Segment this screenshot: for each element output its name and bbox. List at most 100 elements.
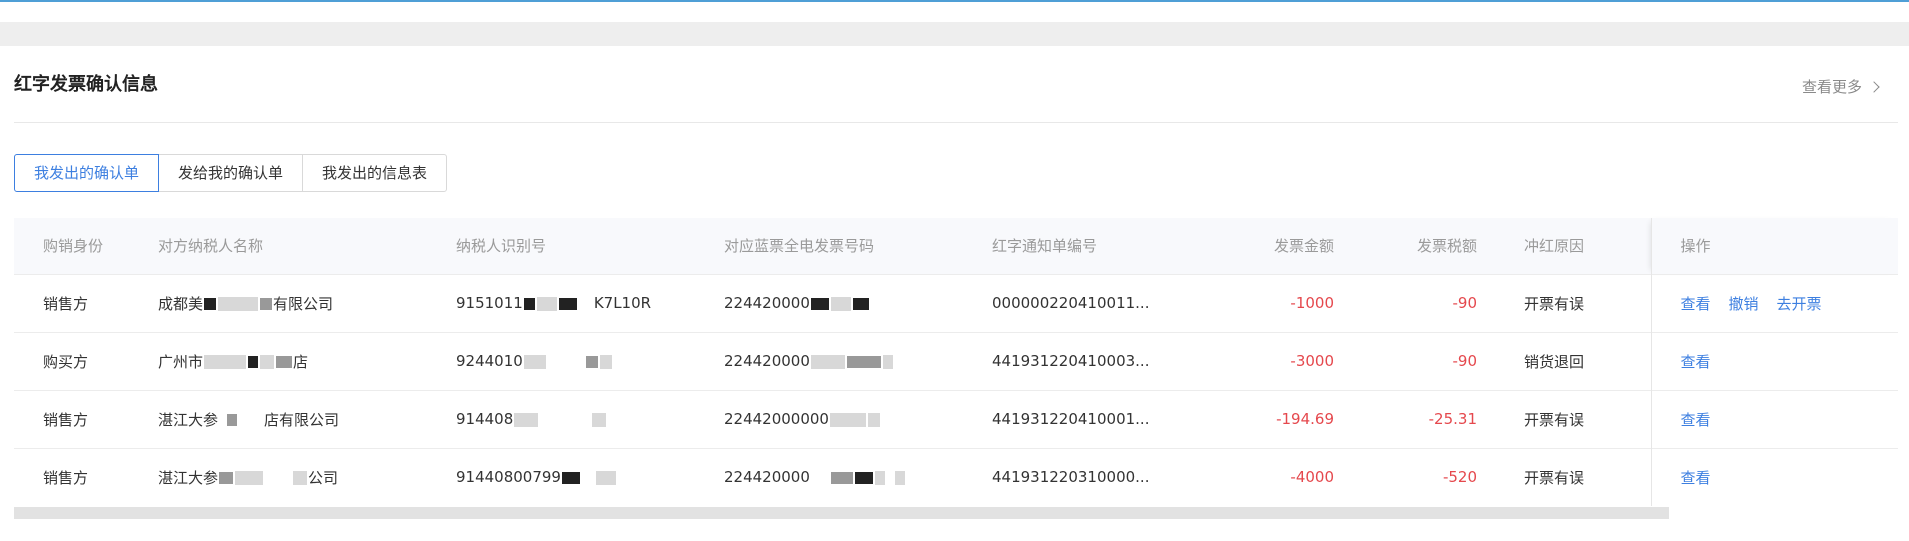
redaction-block <box>514 412 539 427</box>
redaction-block <box>874 470 885 485</box>
cell-role: 销售方 <box>14 273 158 332</box>
cell-tax-id: 914408 <box>456 389 724 448</box>
tax-id-prefix: 9151011 <box>456 294 523 312</box>
counterparty-prefix: 湛江大参 <box>158 468 219 487</box>
redaction-block <box>276 356 293 368</box>
cell-role: 销售方 <box>14 447 158 506</box>
header-tax-id: 纳税人识别号 <box>456 237 547 256</box>
chevron-right-icon <box>1868 80 1880 93</box>
counterparty-suffix: 公司 <box>308 468 339 487</box>
view-link[interactable]: 查看 <box>1681 411 1711 429</box>
header-ops: 操作 <box>1650 218 1898 274</box>
cell-role: 销售方 <box>14 389 158 448</box>
redaction-block <box>592 412 607 427</box>
cell-blue-invoice: 224420000 <box>724 273 992 332</box>
view-link[interactable]: 查看 <box>1681 295 1711 313</box>
header-red-notice: 红字通知单编号 <box>992 237 1098 256</box>
header-amount: 发票金额 <box>1273 237 1334 256</box>
cell-ops: 查看 撤销 去开票 <box>1650 273 1898 332</box>
cell-red-notice: 000000220410011... <box>992 273 1234 332</box>
cell-red-notice: 441931220410001... <box>992 389 1234 448</box>
confirmation-table: 购销身份 对方纳税人名称 纳税人识别号 对应蓝票全电发票号码 红字通知单编号 发… <box>14 218 1898 520</box>
counterparty-suffix: 店 <box>293 352 309 371</box>
table-row: 购买方 广州市 店 9244010 224420000 4419312204100… <box>14 331 1898 390</box>
redaction-block <box>810 297 829 310</box>
cell-red-notice: 441931220410003... <box>992 331 1234 390</box>
tab-confirmations-sent-to-me[interactable]: 发给我的确认单 <box>158 154 304 192</box>
redaction-block <box>561 471 580 484</box>
blue-invoice-prefix: 224420000 <box>724 352 810 370</box>
redaction-block <box>867 412 880 427</box>
redaction-block <box>248 356 259 368</box>
cell-ops: 查看 <box>1650 389 1898 448</box>
cell-counterparty: 成都美 有限公司 <box>158 273 456 332</box>
table-header-row: 购销身份 对方纳税人名称 纳税人识别号 对应蓝票全电发票号码 红字通知单编号 发… <box>14 218 1898 274</box>
cell-role: 购买方 <box>14 331 158 390</box>
tax-id-prefix: 91440800799 <box>456 468 561 487</box>
redaction-block <box>260 355 275 369</box>
redaction-block <box>293 471 308 486</box>
cell-counterparty: 湛江大参 公司 <box>158 447 456 506</box>
cell-tax: -90 <box>1356 331 1499 390</box>
cell-tax-id: 9151011 K7L10R <box>456 273 724 332</box>
tax-id-suffix: K7L10R <box>593 294 652 312</box>
redaction-block <box>830 471 853 484</box>
view-more-label: 查看更多 <box>1801 78 1862 96</box>
cell-tax: -25.31 <box>1356 389 1499 448</box>
table-row: 销售方 湛江大参 店有限公司 914408 22442000000 4419312… <box>14 389 1898 448</box>
redaction-block <box>599 354 612 369</box>
horizontal-scrollbar[interactable] <box>14 507 1669 519</box>
redaction-block <box>854 471 873 484</box>
redaction-block <box>829 412 866 427</box>
card-title: 红字发票确认信息 <box>14 74 158 95</box>
cell-counterparty: 湛江大参 店有限公司 <box>158 389 456 448</box>
redaction-block <box>846 355 881 368</box>
redaction-block <box>235 471 264 486</box>
redaction-block <box>204 298 217 310</box>
cell-tax-id: 9244010 <box>456 331 724 390</box>
redaction-block <box>810 354 845 369</box>
view-more-link[interactable]: 查看更多 <box>1801 76 1880 97</box>
redaction-block <box>852 297 869 310</box>
view-link[interactable]: 查看 <box>1681 353 1711 371</box>
redaction-block <box>536 296 557 311</box>
view-link[interactable]: 查看 <box>1681 469 1711 487</box>
blue-invoice-prefix: 22442000000 <box>724 410 829 428</box>
go-invoice-link[interactable]: 去开票 <box>1777 295 1822 313</box>
table-row: 销售方 成都美 有限公司 9151011 K7L10R 224420000 0000… <box>14 273 1898 332</box>
counterparty-prefix: 湛江大参 <box>158 410 219 429</box>
redaction-block <box>585 355 598 368</box>
tab-group: 我发出的确认单 发给我的确认单 我发出的信息表 <box>14 154 448 192</box>
cell-reason: 销货退回 <box>1499 331 1651 390</box>
header-role: 购销身份 <box>43 237 104 256</box>
header-tax: 发票税额 <box>1416 237 1477 256</box>
cell-amount: -1000 <box>1234 273 1356 332</box>
cell-blue-invoice: 22442000000 <box>724 389 992 448</box>
redaction-block <box>523 354 546 369</box>
cell-tax-id: 91440800799 <box>456 447 724 506</box>
cell-amount: -194.69 <box>1234 389 1356 448</box>
cell-reason: 开票有误 <box>1499 273 1651 332</box>
redaction-block <box>260 298 273 310</box>
redaction-block <box>218 297 259 311</box>
cell-counterparty: 广州市 店 <box>158 331 456 390</box>
cell-amount: -4000 <box>1234 447 1356 506</box>
counterparty-suffix: 有限公司 <box>273 294 334 313</box>
cell-amount: -3000 <box>1234 331 1356 390</box>
counterparty-suffix: 店有限公司 <box>264 410 340 429</box>
redaction-block <box>882 354 893 369</box>
redaction-block <box>523 297 535 310</box>
section-separator <box>0 22 1909 46</box>
revoke-link[interactable]: 撤销 <box>1729 295 1759 313</box>
redaction-block <box>595 470 616 485</box>
blue-invoice-prefix: 224420000 <box>724 468 810 487</box>
cell-blue-invoice: 224420000 <box>724 331 992 390</box>
cell-reason: 开票有误 <box>1499 447 1651 506</box>
redaction-block <box>204 355 247 369</box>
redaction-block <box>894 470 905 485</box>
tab-my-issued-info-forms[interactable]: 我发出的信息表 <box>302 154 448 192</box>
redaction-block <box>830 296 851 311</box>
cell-tax: -90 <box>1356 273 1499 332</box>
tab-my-issued-confirmations[interactable]: 我发出的确认单 <box>14 154 160 192</box>
header-blue-invoice: 对应蓝票全电发票号码 <box>724 237 875 256</box>
